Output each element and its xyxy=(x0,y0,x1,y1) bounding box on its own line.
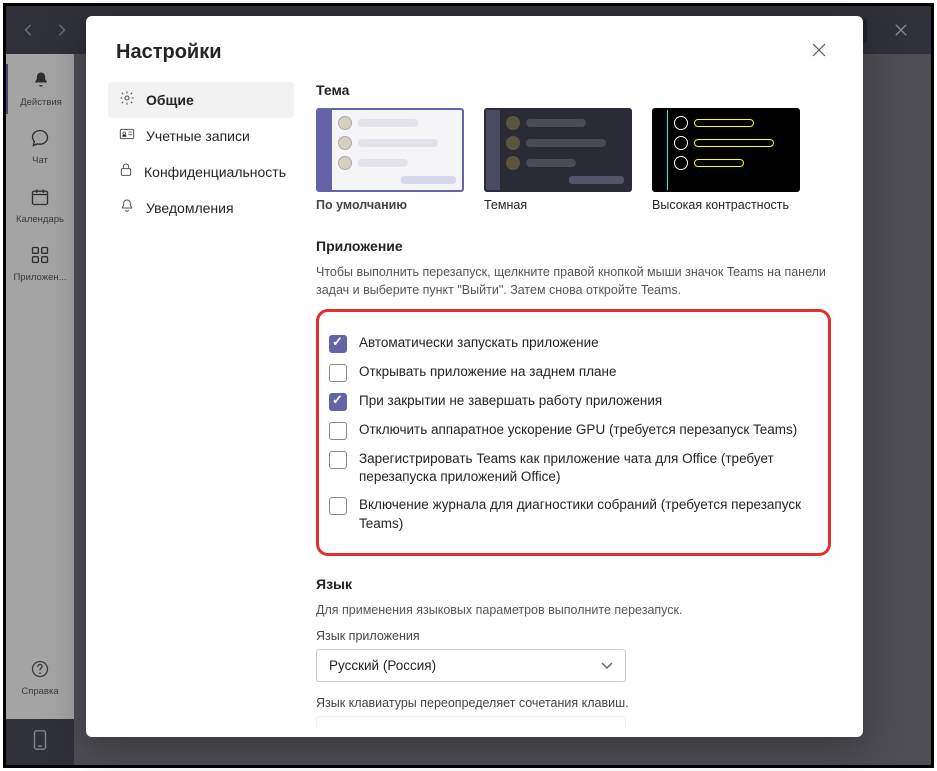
option-label: Открывать приложение на заднем плане xyxy=(359,363,616,381)
application-section: Приложение Чтобы выполнить перезапуск, щ… xyxy=(316,238,831,556)
settings-modal: Настройки Общие Учетны xyxy=(86,16,863,737)
rail-label: Действия xyxy=(20,98,62,108)
nav-general[interactable]: Общие xyxy=(108,82,294,118)
rail-chat[interactable]: Чат xyxy=(6,122,74,172)
option-label: Отключить аппаратное ускорение GPU (треб… xyxy=(359,421,797,439)
theme-dark[interactable]: Темная xyxy=(484,108,632,212)
option-auto-start[interactable]: Автоматически запускать приложение xyxy=(329,334,814,353)
theme-label: По умолчанию xyxy=(316,198,464,212)
modal-title: Настройки xyxy=(116,41,222,64)
rail-apps[interactable]: Приложен... xyxy=(6,239,74,289)
theme-default[interactable]: По умолчанию xyxy=(316,108,464,212)
apps-icon xyxy=(30,245,50,271)
rail-calendar[interactable]: Календарь xyxy=(6,181,74,231)
window-close-button[interactable] xyxy=(879,15,923,45)
rail-label: Справка xyxy=(21,687,58,697)
chevron-down-icon xyxy=(601,726,613,727)
keyboard-language-label: Язык клавиатуры переопределяет сочетания… xyxy=(316,696,831,710)
bell-outline-icon xyxy=(118,198,136,218)
theme-thumbnail xyxy=(484,108,632,192)
option-label: Включение журнала для диагностики собран… xyxy=(359,496,814,532)
rail-mobile-button[interactable] xyxy=(6,719,74,765)
gear-icon xyxy=(118,90,136,110)
chevron-down-icon xyxy=(601,659,613,673)
checkbox[interactable] xyxy=(329,393,347,411)
highlighted-options-box: Автоматически запускать приложение Откры… xyxy=(316,309,831,556)
language-heading: Язык xyxy=(316,576,831,592)
app-language-select[interactable]: Русский (Россия) xyxy=(316,649,626,682)
forward-button[interactable] xyxy=(46,15,76,45)
option-disable-gpu[interactable]: Отключить аппаратное ускорение GPU (треб… xyxy=(329,421,814,440)
select-value: Русский (Россия) xyxy=(329,658,436,673)
help-icon xyxy=(30,659,50,685)
nav-privacy[interactable]: Конфиденциальность xyxy=(108,154,294,190)
option-meeting-diagnostics-log[interactable]: Включение журнала для диагностики собран… xyxy=(329,496,814,532)
nav-notifications[interactable]: Уведомления xyxy=(108,190,294,226)
checkbox[interactable] xyxy=(329,364,347,382)
checkbox[interactable] xyxy=(329,335,347,353)
nav-label: Конфиденциальность xyxy=(144,164,286,180)
lock-icon xyxy=(118,162,134,182)
app-language-label: Язык приложения xyxy=(316,629,831,643)
chat-icon xyxy=(30,128,50,154)
theme-thumbnail xyxy=(652,108,800,192)
app-rail: Действия Чат Календарь Приложен... xyxy=(6,54,74,765)
theme-label: Высокая контрастность xyxy=(652,198,800,212)
keyboard-language-select[interactable]: English (United States) xyxy=(316,716,626,727)
option-label: Автоматически запускать приложение xyxy=(359,334,599,352)
nav-label: Учетные записи xyxy=(146,128,250,144)
mobile-icon xyxy=(32,729,48,756)
option-label: При закрытии не завершать работу приложе… xyxy=(359,392,662,410)
nav-accounts[interactable]: Учетные записи xyxy=(108,118,294,154)
modal-close-button[interactable] xyxy=(805,38,833,66)
theme-high-contrast[interactable]: Высокая контрастность xyxy=(652,108,800,212)
rail-activity[interactable]: Действия xyxy=(6,64,74,114)
rail-label: Календарь xyxy=(16,215,64,225)
close-icon xyxy=(811,42,827,62)
settings-content: Тема xyxy=(308,82,835,727)
application-heading: Приложение xyxy=(316,238,831,254)
settings-nav: Общие Учетные записи Конфиденциальность xyxy=(108,82,308,727)
rail-help[interactable]: Справка xyxy=(6,653,74,703)
theme-thumbnail xyxy=(316,108,464,192)
theme-heading: Тема xyxy=(316,82,831,98)
select-value: English (United States) xyxy=(329,725,467,727)
theme-section: Тема xyxy=(316,82,831,212)
back-button[interactable] xyxy=(14,15,44,45)
rail-label: Приложен... xyxy=(13,273,66,283)
id-card-icon xyxy=(118,126,136,146)
calendar-icon xyxy=(30,187,50,213)
option-keep-running-on-close[interactable]: При закрытии не завершать работу приложе… xyxy=(329,392,814,411)
nav-label: Общие xyxy=(146,92,194,108)
bell-icon xyxy=(31,70,51,96)
checkbox[interactable] xyxy=(329,422,347,440)
application-description: Чтобы выполнить перезапуск, щелкните пра… xyxy=(316,264,831,299)
option-register-office-chat[interactable]: Зарегистрировать Teams как приложение ча… xyxy=(329,450,814,486)
nav-label: Уведомления xyxy=(146,200,234,216)
language-section: Язык Для применения языковых параметров … xyxy=(316,576,831,727)
checkbox[interactable] xyxy=(329,451,347,469)
checkbox[interactable] xyxy=(329,497,347,515)
language-description: Для применения языковых параметров выпол… xyxy=(316,602,831,620)
rail-label: Чат xyxy=(32,156,48,166)
option-open-background[interactable]: Открывать приложение на заднем плане xyxy=(329,363,814,382)
theme-label: Темная xyxy=(484,198,632,212)
option-label: Зарегистрировать Teams как приложение ча… xyxy=(359,450,814,486)
